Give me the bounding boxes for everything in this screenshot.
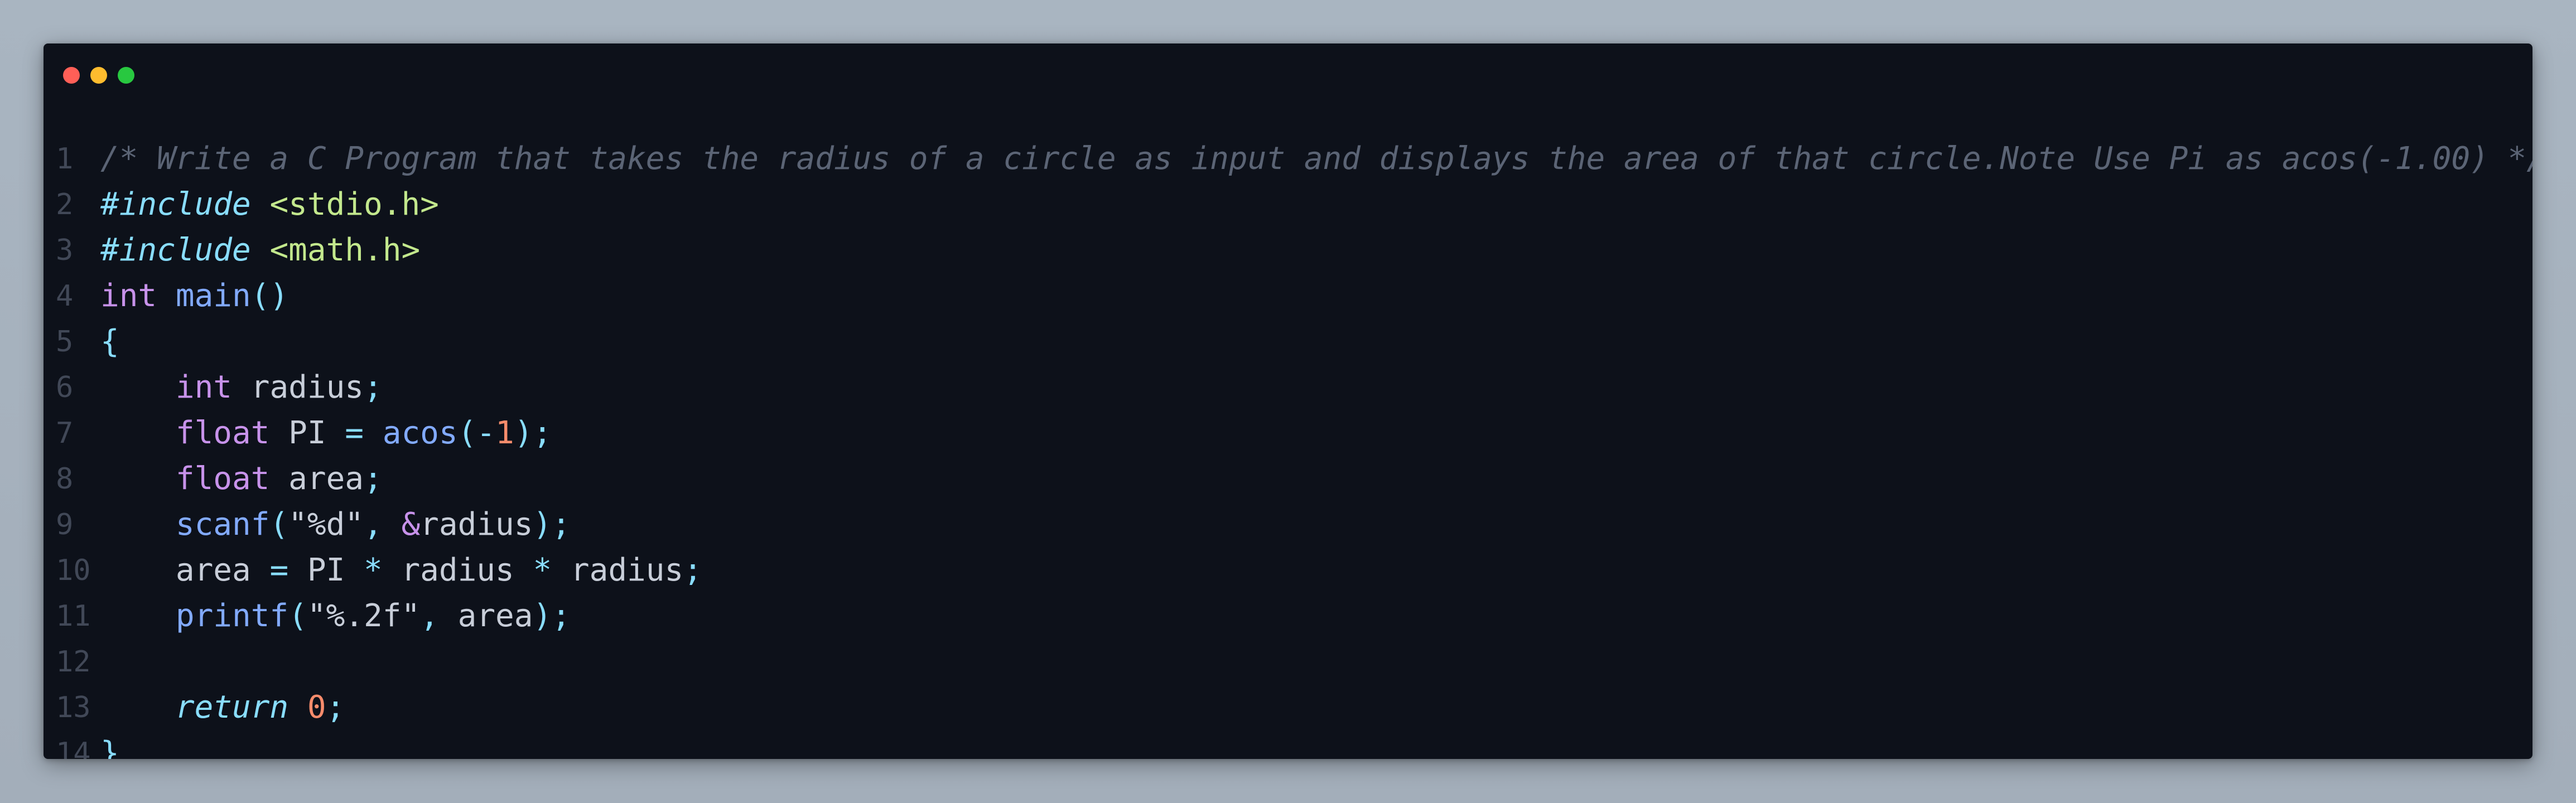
code-token-punc: (: [288, 598, 307, 634]
code-token-punc: ;: [364, 369, 383, 405]
code-token-var: [100, 369, 176, 405]
code-token-var: [100, 461, 176, 497]
code-line[interactable]: 14}: [44, 731, 2532, 759]
code-token-var: [251, 186, 270, 222]
code-token-punc: ;: [683, 552, 702, 588]
code-token-preproc: #include: [100, 186, 251, 222]
code-text: /* Write a C Program that takes the radi…: [100, 136, 2532, 182]
code-token-type: float: [175, 461, 270, 497]
code-token-var: [288, 689, 307, 725]
code-line[interactable]: 5{: [44, 319, 2532, 365]
code-token-var: [383, 506, 402, 543]
code-token-var: radius: [232, 369, 364, 405]
code-line[interactable]: 2 #include <stdio.h>: [44, 182, 2532, 228]
code-token-var: radius: [552, 552, 684, 588]
code-token-var: [364, 415, 383, 451]
code-token-punc: {: [100, 323, 119, 360]
code-text: float PI = acos(-1);: [100, 410, 552, 456]
code-text: int main(): [100, 273, 288, 319]
zoom-window-button[interactable]: [118, 67, 134, 84]
code-token-op: *: [364, 552, 383, 588]
code-line[interactable]: 8 float area;: [44, 456, 2532, 502]
code-token-punc: );: [533, 598, 571, 634]
code-text: return 0;: [100, 685, 345, 731]
code-token-punc: (): [250, 278, 289, 314]
code-token-punc: }: [100, 735, 119, 759]
code-text: int radius;: [100, 365, 383, 410]
code-token-var: area: [100, 552, 270, 588]
code-token-punc: ,: [364, 506, 383, 543]
code-token-func: printf: [175, 598, 289, 634]
code-text: #include <stdio.h>: [100, 182, 439, 228]
code-line[interactable]: 3 #include <math.h>: [44, 228, 2532, 273]
line-number: 12: [56, 645, 91, 679]
code-token-num: 0: [307, 689, 326, 725]
code-token-num: 1: [495, 415, 514, 451]
code-token-var: area: [438, 598, 533, 634]
code-line[interactable]: 11 printf("%.2f", area);: [44, 593, 2532, 639]
code-token-punc: (: [457, 415, 477, 451]
code-token-func: scanf: [175, 506, 270, 543]
code-token-punc: );: [533, 506, 571, 543]
code-text: scanf("%d", &radius);: [100, 502, 571, 548]
code-token-header: <stdio.h>: [269, 186, 439, 222]
code-token-punc: ;: [364, 461, 383, 497]
code-token-var: area: [269, 461, 364, 497]
code-token-var: PI: [288, 552, 364, 588]
code-text: float area;: [100, 456, 383, 502]
code-token-type: &: [401, 506, 421, 543]
close-window-button[interactable]: [63, 67, 80, 84]
code-token-comment: /* Write a C Program that takes the radi…: [100, 141, 2532, 177]
code-token-str: "%.2f": [307, 598, 421, 634]
code-text: {: [100, 319, 119, 365]
code-line[interactable]: 6 int radius;: [44, 365, 2532, 410]
code-text: printf("%.2f", area);: [100, 593, 571, 639]
code-window: 1 /* Write a C Program that takes the rad…: [44, 43, 2532, 759]
code-token-punc: (: [269, 506, 289, 543]
code-line[interactable]: 4 int main(): [44, 273, 2532, 319]
code-token-op: =: [345, 415, 364, 451]
code-token-type: int: [100, 278, 157, 314]
code-token-var: [100, 598, 176, 634]
code-token-op: *: [533, 552, 552, 588]
code-token-var: [100, 689, 176, 725]
code-token-type: int: [175, 369, 233, 405]
code-token-str: "%d": [288, 506, 364, 543]
code-token-header: <math.h>: [269, 232, 421, 268]
code-token-preproc: #include: [100, 232, 251, 268]
code-token-var: [100, 506, 176, 543]
code-text: area = PI * radius * radius;: [100, 548, 702, 593]
code-token-op: -: [476, 415, 496, 451]
code-token-func: main: [175, 278, 251, 314]
code-token-type: float: [175, 415, 270, 451]
code-token-var: [251, 232, 270, 268]
code-line[interactable]: 7 float PI = acos(-1);: [44, 410, 2532, 456]
minimize-window-button[interactable]: [90, 67, 107, 84]
code-token-var: radius: [420, 506, 533, 543]
code-text: }: [100, 731, 119, 759]
code-text: #include <math.h>: [100, 228, 420, 273]
code-token-op: =: [269, 552, 289, 588]
code-token-punc: ,: [420, 598, 439, 634]
code-token-punc: );: [514, 415, 552, 451]
code-line[interactable]: 13 return 0;: [44, 685, 2532, 731]
code-token-punc: ;: [326, 689, 345, 725]
code-line[interactable]: 1/* Write a C Program that takes the rad…: [44, 136, 2532, 182]
code-token-var: radius: [382, 552, 533, 588]
code-line[interactable]: 12: [44, 639, 2532, 685]
code-token-var: [157, 278, 176, 314]
window-titlebar: [44, 43, 2532, 105]
code-line[interactable]: 10 area = PI * radius * radius;: [44, 548, 2532, 593]
code-token-keyword: return: [175, 689, 289, 725]
code-token-var: PI: [269, 415, 345, 451]
code-token-func: acos: [382, 415, 458, 451]
code-token-var: [100, 415, 176, 451]
code-line[interactable]: 9 scanf("%d", &radius);: [44, 502, 2532, 548]
